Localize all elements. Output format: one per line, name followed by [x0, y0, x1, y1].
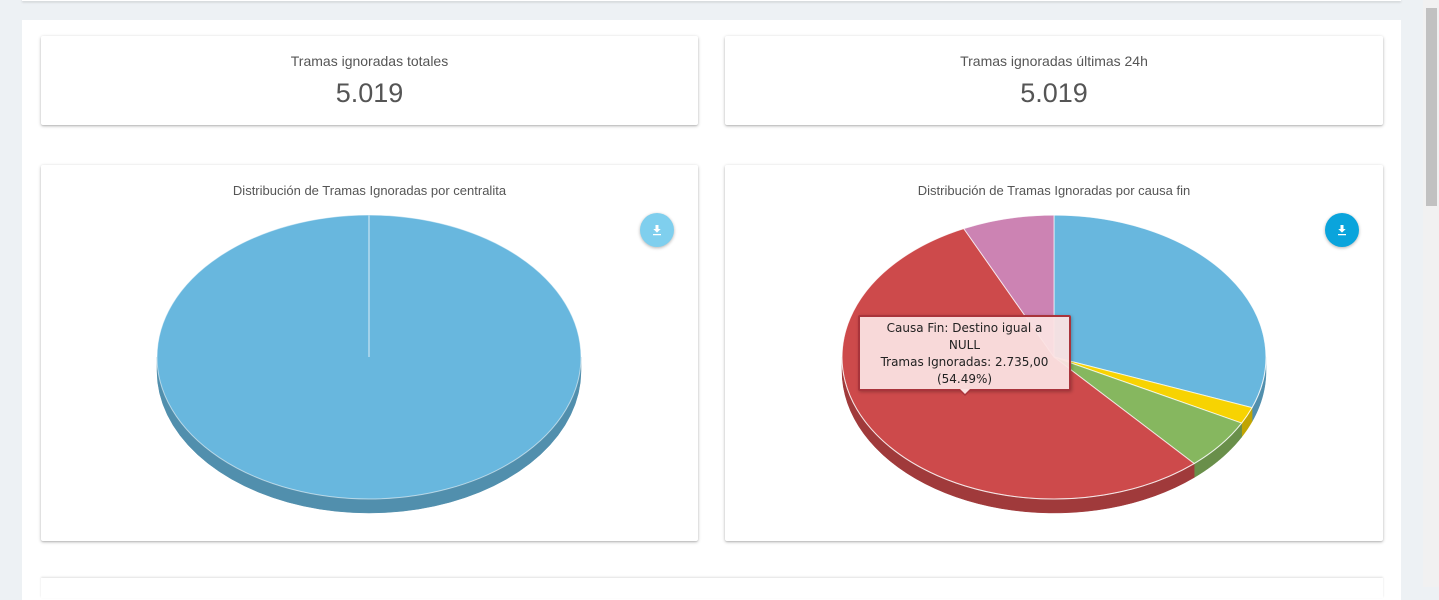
download-button[interactable] — [640, 213, 674, 247]
pie-charts — [156, 214, 1267, 514]
download-icon — [651, 224, 663, 236]
chart-tooltip: Causa Fin: Destino igual a NULL Tramas I… — [858, 315, 1071, 391]
download-icon — [1336, 224, 1348, 236]
tooltip-line: Tramas Ignoradas: 2.735,00 — [880, 355, 1049, 369]
tooltip-line: NULL — [948, 338, 981, 352]
scrollbar-thumb[interactable] — [1426, 8, 1437, 206]
tooltip-line: Causa Fin: Destino igual a — [886, 321, 1043, 335]
tooltip-arrow — [960, 389, 970, 394]
tooltip-line: (54.49%) — [936, 372, 993, 386]
next-card — [41, 578, 1383, 598]
download-button[interactable] — [1325, 213, 1359, 247]
pie-chart-centralita — [156, 214, 582, 514]
